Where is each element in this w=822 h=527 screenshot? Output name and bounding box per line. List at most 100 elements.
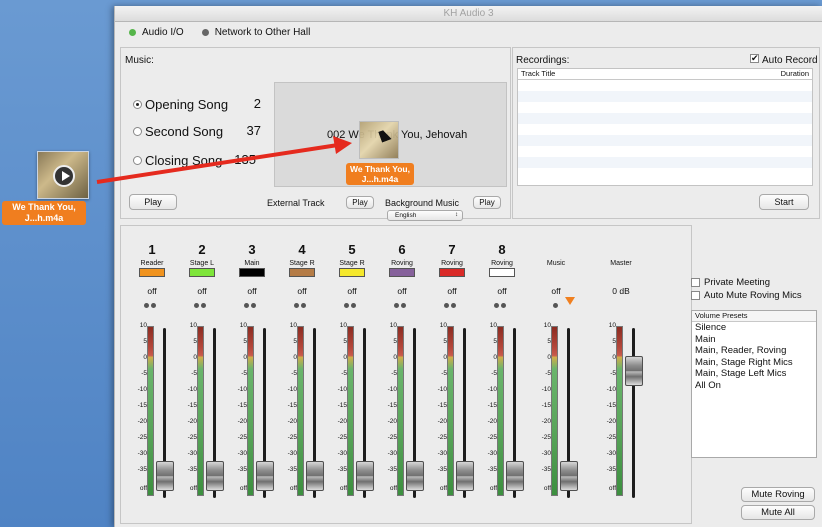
level-meter <box>551 326 558 496</box>
channel-color-swatch <box>139 268 165 277</box>
preset-item[interactable]: Silence <box>692 322 816 334</box>
volume-presets-list[interactable]: Volume Presets Silence Main Main, Reader, … <box>691 310 817 458</box>
language-select[interactable]: English <box>387 210 463 221</box>
fader-knob[interactable] <box>156 460 174 491</box>
fader-knob[interactable] <box>206 460 224 491</box>
scale-tick-label: -10 <box>487 386 497 393</box>
scale-tick-label: -25 <box>606 434 616 441</box>
channel-strip-4: 4 Stage Roff 10 5 0 -5 -10 -15 -20 -25 -30 -35 off <box>277 226 327 525</box>
channel-strip-6: 6 Roving off 10 5 0 -5 -10 -15 -20 -25 -30 -35 off <box>377 226 427 525</box>
scale-tick-label: 10 <box>543 322 551 329</box>
auto-record-checkbox[interactable] <box>750 53 759 64</box>
led-icon <box>301 303 306 308</box>
scale-tick-label: -35 <box>487 466 497 473</box>
channel-color-swatch <box>389 268 415 277</box>
col-track-title[interactable]: Track Title <box>521 69 555 79</box>
dragged-file-label: We Thank You, J...h.m4a <box>346 163 414 185</box>
start-recording-button[interactable]: Start <box>759 194 809 210</box>
track-drop-area[interactable]: 002 We Thank You, Jehovah We Thank You, … <box>274 82 507 187</box>
fader-knob[interactable] <box>560 460 578 491</box>
preset-item[interactable]: Main, Reader, Roving <box>692 345 816 357</box>
audio-file-icon[interactable] <box>37 151 89 199</box>
meter-scale: 10 5 0 -5 -10 -15 -20 -25 -30 -35 off <box>129 322 147 502</box>
led-icon <box>201 303 206 308</box>
radio-closing-song[interactable]: Closing Song <box>133 153 222 168</box>
channel-strip-5: 5 Stage Roff 10 5 0 -5 -10 -15 -20 -25 -30 -35 off <box>327 226 377 525</box>
scale-tick-label: -20 <box>437 418 447 425</box>
fader-knob[interactable] <box>306 460 324 491</box>
scale-tick-label: -10 <box>237 386 247 393</box>
channel-strip-8: 8 Roving off 10 5 0 -5 -10 -15 -20 -25 -30 -35 off <box>477 226 527 525</box>
recordings-table[interactable]: Track Title Duration <box>517 68 813 186</box>
channel-leds <box>444 299 462 308</box>
scale-tick-label: -10 <box>541 386 551 393</box>
play-song-button[interactable]: Play <box>129 194 177 210</box>
channel-status: off <box>551 286 561 296</box>
auto-record-label: Auto Record <box>762 55 818 66</box>
mute-all-button[interactable]: Mute All <box>741 505 815 520</box>
scale-tick-label: 10 <box>489 322 497 329</box>
fader-knob[interactable] <box>625 355 643 386</box>
channel-leds <box>144 299 162 308</box>
meter-scale: 10 5 0 -5 -10 -15 -20 -25 -30 -35 off <box>533 322 551 502</box>
meter-scale: 10 5 0 -5 -10 -15 -20 -25 -30 -35 off <box>279 322 297 502</box>
led-icon <box>144 303 149 308</box>
scale-tick-label: off <box>389 485 397 492</box>
channel-status: off <box>247 286 257 296</box>
radio-second-song[interactable]: Second Song <box>133 124 223 139</box>
channel-status: off <box>297 286 307 296</box>
scale-tick-label: -25 <box>237 434 247 441</box>
fader-knob[interactable] <box>406 460 424 491</box>
channel-status: off <box>497 286 507 296</box>
scale-tick-label: -30 <box>187 450 197 457</box>
led-icon <box>444 303 449 308</box>
meter-scale: 10 5 0 -5 -10 -15 -20 -25 -30 -35 off <box>379 322 397 502</box>
tab-audio-io[interactable]: Audio I/O <box>129 27 184 38</box>
scale-tick-label: 10 <box>439 322 447 329</box>
fader-knob[interactable] <box>506 460 524 491</box>
scale-tick-label: 10 <box>339 322 347 329</box>
song-number: 2 <box>253 96 261 111</box>
channel-number: 1 <box>148 242 156 257</box>
radio-button[interactable] <box>133 100 142 109</box>
preset-item[interactable]: Main, Stage Left Mics <box>692 368 816 380</box>
preset-item[interactable]: Main <box>692 334 816 346</box>
tab-network[interactable]: Network to Other Hall <box>201 27 310 38</box>
level-meter <box>247 326 254 496</box>
mute-roving-button[interactable]: Mute Roving <box>741 487 815 502</box>
channel-name: Main <box>244 260 260 267</box>
led-icon <box>251 303 256 308</box>
desktop-file-label[interactable]: We Thank You, J...h.m4a <box>2 201 86 225</box>
channel-number: 2 <box>198 242 206 257</box>
fader-track[interactable] <box>632 328 635 498</box>
scale-tick-label: -35 <box>541 466 551 473</box>
table-row <box>518 135 812 146</box>
auto-mute-checkbox[interactable] <box>691 291 700 300</box>
scale-tick-label: off <box>608 485 616 492</box>
scale-tick-label: -15 <box>437 402 447 409</box>
app-window: KH Audio 3 Audio I/O Network to Other Ha… <box>114 6 822 527</box>
scale-tick-label: -35 <box>337 466 347 473</box>
fader-knob[interactable] <box>256 460 274 491</box>
scale-tick-label: -15 <box>337 402 347 409</box>
radio-opening-song[interactable]: Opening Song <box>133 97 228 112</box>
dropdown-arrow-icon[interactable] <box>565 297 575 305</box>
mixer-panel: 1 Reader off 10 5 0 -5 -10 -15 -20 -25 -30 -35 off 2 St… <box>120 225 692 524</box>
preset-item[interactable]: Main, Stage Right Mics <box>692 357 816 369</box>
scale-tick-label: -25 <box>187 434 197 441</box>
preset-item[interactable]: All On <box>692 380 816 392</box>
external-play-button[interactable]: Play <box>346 196 374 209</box>
channel-number: 3 <box>248 242 256 257</box>
fader-knob[interactable] <box>356 460 374 491</box>
background-play-button[interactable]: Play <box>473 196 501 209</box>
channel-leds <box>394 299 412 308</box>
radio-button[interactable] <box>133 156 142 165</box>
col-duration[interactable]: Duration <box>781 69 809 79</box>
fader-knob[interactable] <box>456 460 474 491</box>
scale-tick-label: 10 <box>389 322 397 329</box>
channel-number: 6 <box>398 242 406 257</box>
private-meeting-checkbox[interactable] <box>691 278 700 287</box>
radio-button[interactable] <box>133 127 142 136</box>
led-icon <box>553 303 558 308</box>
scale-tick-label: -35 <box>606 466 616 473</box>
